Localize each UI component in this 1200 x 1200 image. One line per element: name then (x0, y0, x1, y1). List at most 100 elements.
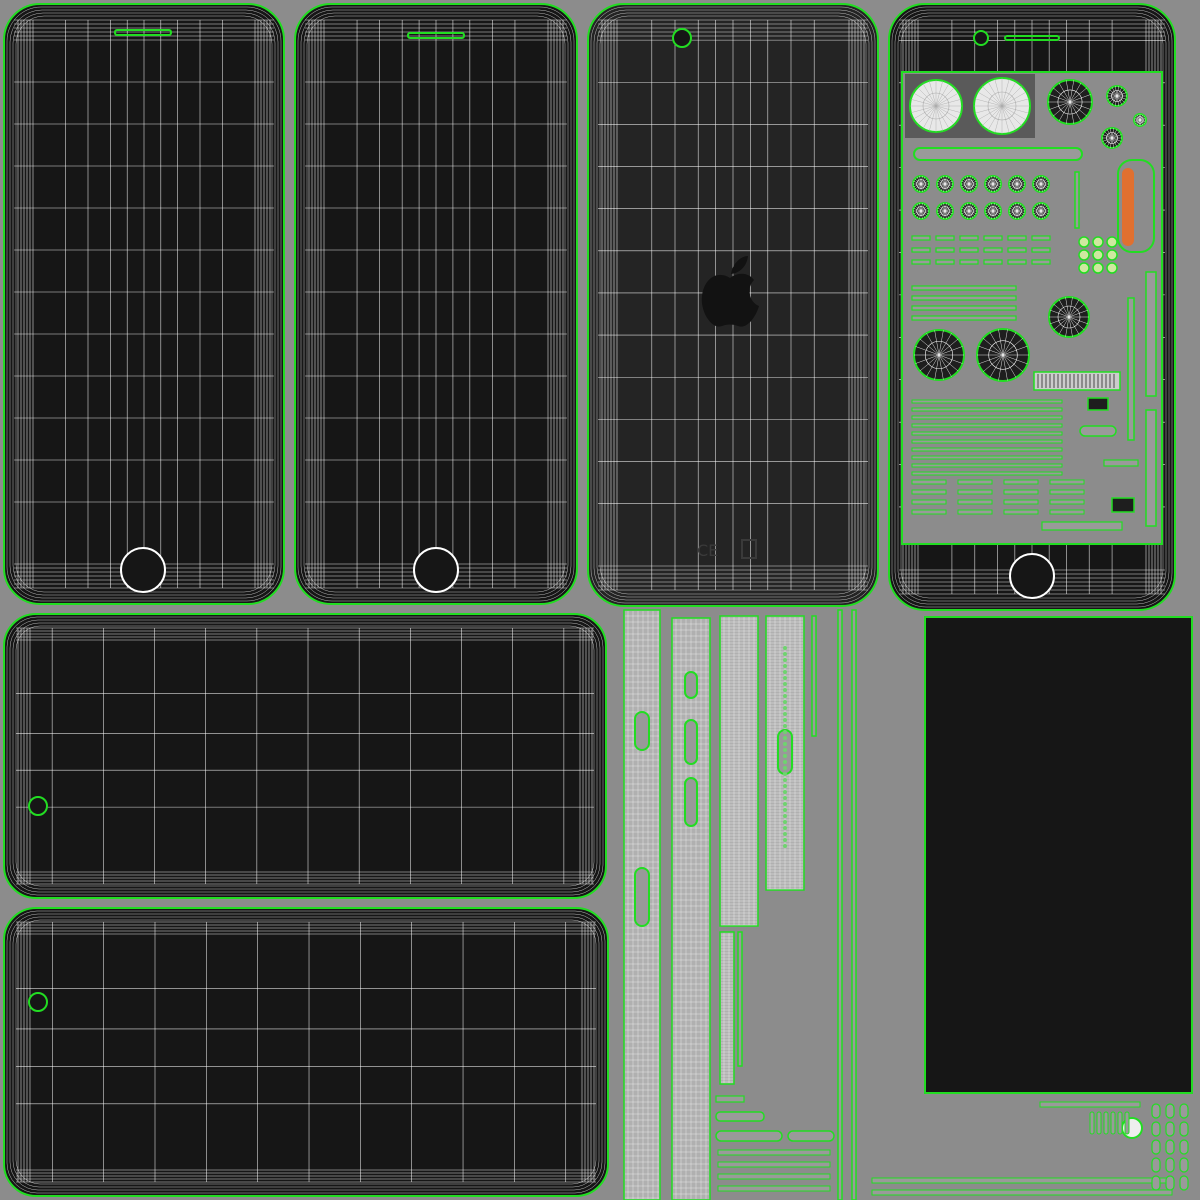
camera-icon (28, 796, 48, 816)
thin-strip (837, 609, 843, 1200)
trace-line (911, 471, 1063, 476)
contact-pad (1092, 262, 1104, 274)
connector-strip (911, 235, 931, 241)
connector-strip (935, 247, 955, 253)
connector-strip (911, 247, 931, 253)
speaker-hole (783, 766, 787, 770)
flex-cable (911, 305, 1017, 311)
connector-strip (935, 235, 955, 241)
speaker-hole (783, 808, 787, 812)
pin-contact (1165, 1157, 1175, 1173)
volume-button (634, 867, 650, 927)
connector-strip (1007, 259, 1027, 265)
side-panel-upper-body (3, 613, 607, 899)
side-button (684, 719, 698, 765)
connector-strip (1031, 259, 1051, 265)
small-part (787, 1130, 835, 1142)
trace-line (1003, 509, 1039, 515)
pin-contact (1179, 1121, 1189, 1137)
pin-contact (1110, 1111, 1116, 1135)
pin-contact (1151, 1139, 1161, 1155)
trace-line (911, 509, 947, 515)
speaker-hole (783, 826, 787, 830)
pin-contact (1151, 1121, 1161, 1137)
trace-line (911, 407, 1063, 412)
speaker-hole (783, 700, 787, 704)
speaker-hole (783, 778, 787, 782)
back-panel: CE (587, 3, 879, 607)
connector-strip (983, 235, 1003, 241)
internal-components-panel (888, 3, 1176, 611)
flex-cable (911, 315, 1017, 321)
trace-line (1049, 489, 1085, 495)
thin-strip (811, 615, 817, 737)
connector-strip (959, 247, 979, 253)
pin-contact (1165, 1121, 1175, 1137)
contact-pad (1106, 249, 1118, 261)
pin-contact (1117, 1111, 1123, 1135)
contact-pad (1078, 262, 1090, 274)
thin-strip (851, 609, 857, 1200)
home-button-icon (413, 547, 459, 593)
small-part (715, 1111, 765, 1122)
speaker-hole (783, 838, 787, 842)
contact-pad (1106, 262, 1118, 274)
home-button-icon (120, 547, 166, 593)
speaker-hole (783, 844, 787, 848)
speaker-hole (783, 754, 787, 758)
connector-strip (1031, 247, 1051, 253)
connector-strip (1007, 247, 1027, 253)
pin-contact (1151, 1157, 1161, 1173)
connector-strip (1007, 235, 1027, 241)
trace-line (957, 509, 993, 515)
side-strip (1127, 297, 1135, 441)
speaker-hole (783, 694, 787, 698)
thin-strip (737, 931, 743, 1067)
speaker-hole (783, 820, 787, 824)
connector-strip (959, 235, 979, 241)
speaker-hole (783, 676, 787, 680)
speaker-hole (783, 658, 787, 662)
pin-contact (1165, 1103, 1175, 1119)
camera-icon (672, 28, 692, 48)
pin-contact (1179, 1139, 1189, 1155)
trace-line (871, 1189, 1173, 1196)
pin-contact (1179, 1157, 1189, 1173)
connector-strip (1031, 235, 1051, 241)
speaker-hole (783, 814, 787, 818)
contact-pad (1092, 249, 1104, 261)
trace-line (1003, 489, 1039, 495)
pin-contact (1165, 1139, 1175, 1155)
trace-line (911, 399, 1063, 404)
trace-line (911, 423, 1063, 428)
speaker-hole (783, 790, 787, 794)
uv-texture-sheet: CE (0, 0, 1200, 1200)
connector-strip (911, 259, 931, 265)
contact-pad (1106, 236, 1118, 248)
connector-strip (1103, 459, 1139, 467)
trace-line (957, 499, 993, 505)
front-panel-1 (3, 3, 285, 605)
speaker-hole (783, 670, 787, 674)
speaker-hole (783, 736, 787, 740)
speaker-hole (783, 706, 787, 710)
speaker-hole (783, 652, 787, 656)
front-panel-2 (294, 3, 578, 605)
connector-strip (983, 247, 1003, 253)
trace-line (1049, 499, 1085, 505)
trace-line (717, 1149, 831, 1156)
small-part (715, 1095, 745, 1103)
speaker-hole (783, 742, 787, 746)
speaker-hole (783, 748, 787, 752)
trace-line (957, 479, 993, 485)
contact-pad (1078, 236, 1090, 248)
small-slot (1079, 425, 1117, 437)
trace-line (911, 455, 1063, 460)
pin-contact (1179, 1103, 1189, 1119)
side-panel-upper (3, 613, 607, 899)
chip-small (1087, 397, 1109, 411)
speaker-hole (783, 772, 787, 776)
speaker-hole (783, 760, 787, 764)
chip-small (1111, 497, 1135, 513)
pin-contact (1151, 1175, 1161, 1191)
